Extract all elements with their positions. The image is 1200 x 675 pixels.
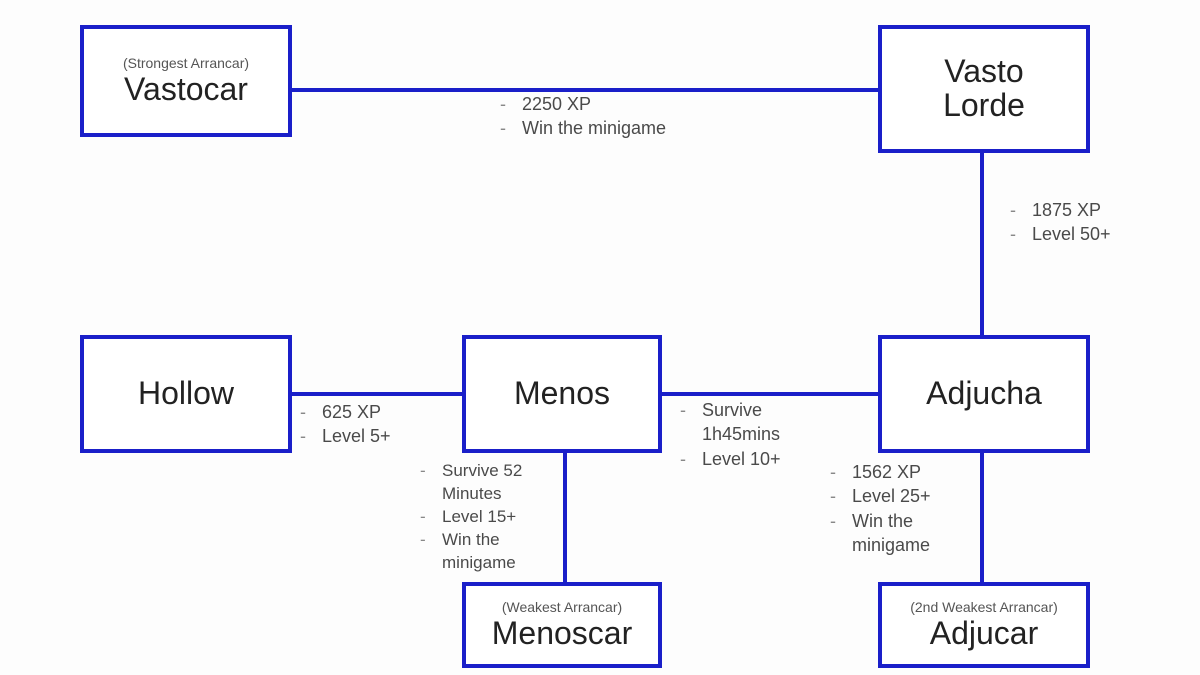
edge-menos-adjucha — [655, 392, 885, 396]
req-item: Level 10+ — [680, 447, 781, 471]
req-item: Survive 52 — [420, 460, 522, 483]
node-title: Vastocar — [124, 73, 248, 107]
req-item: Level 25+ — [830, 484, 931, 508]
req-item: Level 50+ — [1010, 222, 1111, 246]
node-menoscar: (Weakest Arrancar) Menoscar — [462, 582, 662, 668]
node-adjucar: (2nd Weakest Arrancar) Adjucar — [878, 582, 1090, 668]
req-item: Minutes — [442, 483, 522, 506]
req-item: minigame — [852, 533, 931, 557]
req-item: 1h45mins — [702, 422, 781, 446]
req-menos-adjucha: Survive 1h45mins Level 10+ — [680, 398, 781, 471]
req-item: Win the — [830, 509, 931, 533]
req-item: Level 5+ — [300, 424, 391, 448]
edge-adjucha-adjucar — [980, 450, 984, 590]
node-title: Vasto Lorde — [943, 55, 1025, 122]
node-vastocar: (Strongest Arrancar) Vastocar — [80, 25, 292, 137]
node-menos: Menos — [462, 335, 662, 453]
req-menos-menoscar: Survive 52 Minutes Level 15+ Win the min… — [420, 460, 522, 575]
node-title: Menos — [514, 377, 610, 411]
req-item: Win the — [420, 529, 522, 552]
req-adjucha-adjucar: 1562 XP Level 25+ Win the minigame — [830, 460, 931, 557]
req-item: 625 XP — [300, 400, 391, 424]
req-item: 1875 XP — [1010, 198, 1111, 222]
node-title: Adjucha — [926, 377, 1042, 411]
node-vastolorde: Vasto Lorde — [878, 25, 1090, 153]
req-item: 1562 XP — [830, 460, 931, 484]
edge-hollow-menos — [270, 392, 470, 396]
edge-vastolorde-adjucha — [980, 150, 984, 350]
node-hollow: Hollow — [80, 335, 292, 453]
req-item: Win the minigame — [500, 116, 666, 140]
req-hollow-menos: 625 XP Level 5+ — [300, 400, 391, 449]
node-subtitle: (Strongest Arrancar) — [123, 55, 249, 71]
req-vastocar-vastolorde: 2250 XP Win the minigame — [500, 92, 666, 141]
req-item: Survive — [680, 398, 781, 422]
node-title: Adjucar — [930, 617, 1039, 651]
node-subtitle: (Weakest Arrancar) — [502, 599, 622, 615]
edge-menos-menoscar — [563, 450, 567, 590]
req-item: 2250 XP — [500, 92, 666, 116]
node-title: Menoscar — [492, 617, 633, 651]
req-item: Level 15+ — [420, 506, 522, 529]
node-title: Hollow — [138, 377, 234, 411]
req-item: minigame — [442, 552, 522, 575]
node-subtitle: (2nd Weakest Arrancar) — [910, 599, 1058, 615]
req-vastolorde-adjucha: 1875 XP Level 50+ — [1010, 198, 1111, 247]
node-adjucha: Adjucha — [878, 335, 1090, 453]
